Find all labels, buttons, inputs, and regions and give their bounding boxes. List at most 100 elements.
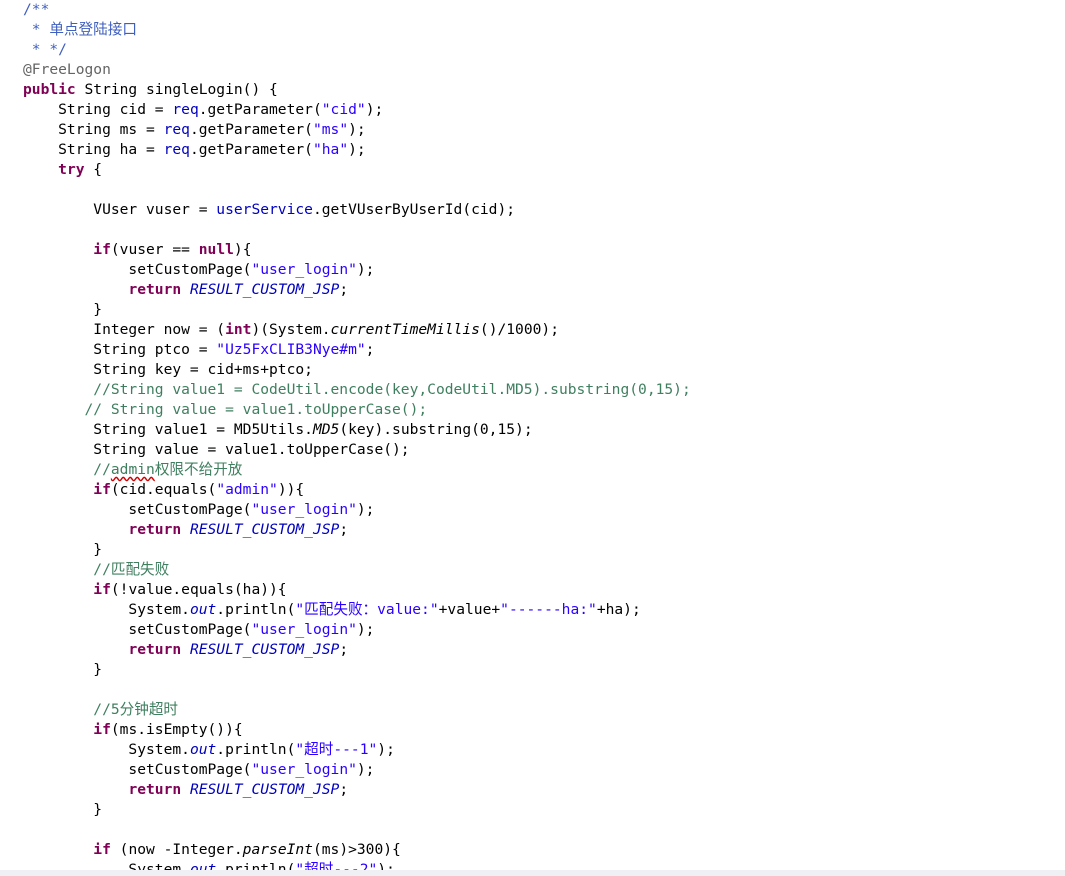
code-token: ); <box>377 861 395 870</box>
code-line: setCustomPage("user_login"); <box>23 500 374 520</box>
code-line: //String value1 = CodeUtil.encode(key,Co… <box>23 380 691 400</box>
code-token: RESULT_CUSTOM_JSP <box>189 521 340 538</box>
code-token: Integer now = ( <box>23 321 226 338</box>
code-token: ); <box>348 121 366 138</box>
code-line: } <box>23 800 102 820</box>
code-line: return RESULT_CUSTOM_JSP; <box>23 280 348 300</box>
code-line: String value = value1.toUpperCase(); <box>23 440 409 460</box>
code-line: String ha = req.getParameter("ha"); <box>23 140 366 160</box>
code-token: .getVUserByUserId(cid); <box>312 201 516 218</box>
code-token: .println( <box>216 861 296 870</box>
code-token: //5分钟超时 <box>23 701 179 718</box>
code-line: // String value = value1.toUpperCase(); <box>23 400 428 420</box>
code-token: System. <box>23 601 190 618</box>
code-token: +ha); <box>596 601 641 618</box>
code-token: (now -Integer. <box>110 841 243 858</box>
code-token: if <box>93 841 111 858</box>
code-line: String key = cid+ms+ptco; <box>23 360 313 380</box>
code-token: out <box>189 741 217 758</box>
code-token: null <box>198 241 234 258</box>
code-token: { <box>84 161 103 178</box>
code-line: @FreeLogon <box>23 60 111 80</box>
code-token: ); <box>356 261 375 278</box>
code-token: RESULT_CUSTOM_JSP <box>189 281 340 298</box>
code-line: } <box>23 660 102 680</box>
code-token: ()/1000); <box>479 321 559 338</box>
code-token: (!value.equals(ha)){ <box>110 581 287 598</box>
code-token: ); <box>356 621 375 638</box>
code-token: if <box>93 721 111 738</box>
code-token: ; <box>339 641 349 658</box>
code-line: setCustomPage("user_login"); <box>23 620 374 640</box>
code-token: out <box>189 861 217 870</box>
code-token: "user_login" <box>251 761 357 778</box>
code-token: System. <box>23 741 190 758</box>
code-token: VUser vuser = <box>23 201 217 218</box>
code-token: (ms)>300){ <box>312 841 401 858</box>
code-line: if (now -Integer.parseInt(ms)>300){ <box>23 840 401 860</box>
code-line: System.out.println("超时---1"); <box>23 740 395 760</box>
code-token: parseInt <box>242 841 313 858</box>
code-line: if(vuser == null){ <box>23 240 251 260</box>
code-token: //String value1 = CodeUtil.encode(key,Co… <box>23 381 691 398</box>
code-token: ); <box>356 501 375 518</box>
code-line: if(!value.equals(ha)){ <box>23 580 287 600</box>
code-token: +value+ <box>438 601 501 618</box>
code-line: String ptco = "Uz5FxCLIB3Nye#m"; <box>23 340 374 360</box>
code-token: out <box>189 601 217 618</box>
code-token: (vuser == <box>110 241 199 258</box>
code-token: public <box>23 81 76 98</box>
code-token: if <box>93 481 111 498</box>
code-token: String key = cid+ms+ptco; <box>23 361 313 378</box>
code-line: * */ <box>23 40 67 60</box>
code-line: public String singleLogin() { <box>23 80 278 100</box>
code-token: ); <box>377 741 395 758</box>
code-token: .getParameter( <box>189 121 313 138</box>
code-line: } <box>23 300 102 320</box>
code-token: .println( <box>216 601 296 618</box>
code-token: admin <box>110 461 155 478</box>
code-line: String value1 = MD5Utils.MD5(key).substr… <box>23 420 533 440</box>
code-token: ); <box>356 761 375 778</box>
code-token: ; <box>339 281 349 298</box>
code-line: setCustomPage("user_login"); <box>23 760 374 780</box>
code-token: 权限不给开放 <box>154 461 243 478</box>
code-token: "超时---2" <box>295 861 378 870</box>
code-token: )){ <box>277 481 305 498</box>
code-token: RESULT_CUSTOM_JSP <box>189 781 340 798</box>
code-token: String value1 = MD5Utils. <box>23 421 313 438</box>
code-token: } <box>23 541 103 558</box>
code-token: //匹配失败 <box>23 561 170 578</box>
code-token: (key).substring(0,15); <box>339 421 533 438</box>
code-token: "admin" <box>216 481 278 498</box>
code-editor[interactable]: /** * 单点登陆接口 * */ @FreeLogon public String… <box>0 0 1065 870</box>
code-token: return <box>128 641 182 658</box>
code-token: // String value = value1.toUpperCase(); <box>23 401 428 418</box>
code-token: String singleLogin() { <box>75 81 278 98</box>
code-line: String cid = req.getParameter("cid"); <box>23 100 383 120</box>
code-token: ; <box>339 521 349 538</box>
code-token: "ms" <box>312 121 349 138</box>
code-line: setCustomPage("user_login"); <box>23 260 374 280</box>
code-token: * 单点登陆接口 <box>23 21 137 38</box>
code-token: @FreeLogon <box>23 61 111 78</box>
code-line: * 单点登陆接口 <box>23 20 137 40</box>
code-token: "匹配失败：value:" <box>295 601 439 618</box>
editor-bottom-edge <box>0 870 1065 876</box>
code-token: return <box>128 281 182 298</box>
code-token: String ms = <box>23 121 164 138</box>
code-token: MD5 <box>312 421 340 438</box>
code-token: "user_login" <box>251 261 357 278</box>
code-token: req <box>163 121 190 138</box>
code-token: setCustomPage( <box>23 761 252 778</box>
